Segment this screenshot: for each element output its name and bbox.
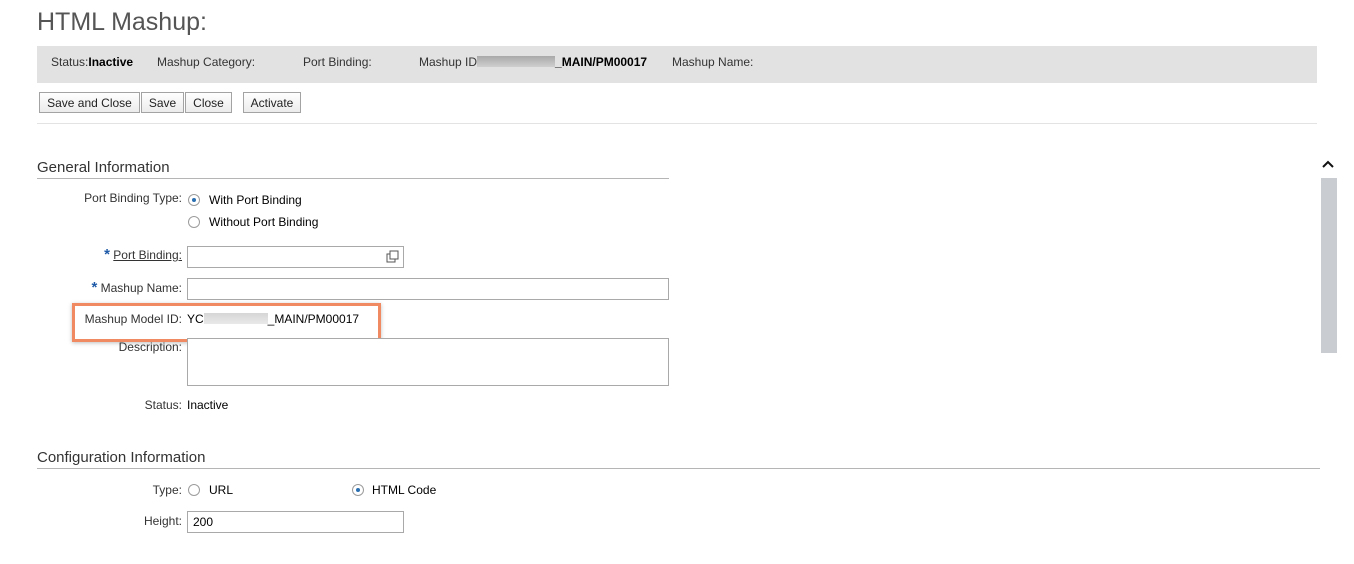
mashup-name-info: Mashup Name: (672, 55, 754, 69)
mashup-name-label: * Mashup Name: (91, 279, 182, 296)
with-port-binding-label: With Port Binding (209, 193, 302, 207)
mashup-model-id-label: Mashup Model ID: (84, 312, 182, 326)
status-value: Inactive (88, 55, 134, 69)
port-binding-input[interactable] (187, 246, 404, 268)
save-button[interactable]: Save (141, 92, 184, 113)
status-value-text: Inactive (187, 398, 229, 412)
config-info-title: Configuration Information (37, 449, 206, 466)
url-option-label: URL (209, 483, 234, 497)
close-button[interactable]: Close (185, 92, 232, 113)
mashup-id-value: _MAIN/PM00017 (555, 55, 648, 69)
status-label: Status: (144, 398, 182, 412)
height-label: Height: (143, 514, 182, 528)
status-info: Status:Inactive (51, 55, 134, 69)
description-textarea[interactable] (187, 338, 669, 386)
radio-html-code[interactable] (352, 484, 364, 496)
activate-button[interactable]: Activate (243, 92, 301, 113)
section-divider (37, 468, 1320, 469)
type-label: Type: (152, 483, 182, 497)
without-port-binding-label: Without Port Binding (209, 215, 319, 229)
general-info-title: General Information (37, 159, 170, 176)
save-and-close-button[interactable]: Save and Close (39, 92, 140, 113)
mashup-id-info: Mashup ID _MAIN/PM00017 (419, 55, 648, 69)
port-binding-type-label: Port Binding Type: (84, 191, 182, 205)
section-divider (37, 178, 669, 179)
port-binding-info: Port Binding: (303, 55, 372, 69)
description-label: Description: (118, 340, 182, 354)
radio-with-port-binding[interactable] (188, 194, 200, 206)
html-code-option-label: HTML Code (372, 483, 437, 497)
toolbar-divider (37, 123, 1317, 124)
height-input[interactable] (187, 511, 404, 533)
mashup-name-input[interactable] (187, 278, 669, 300)
redacted-block (477, 56, 556, 67)
mashup-model-id-value: YC _MAIN/PM00017 (187, 312, 360, 326)
status-bar: Status:Inactive Mashup Category: Port Bi… (37, 46, 1317, 83)
redacted-block (203, 313, 268, 324)
port-binding-label: * Port Binding: (104, 246, 182, 263)
page-title: HTML Mashup: (37, 8, 207, 36)
scrollbar-thumb[interactable] (1321, 178, 1337, 353)
required-marker: * (91, 279, 98, 296)
value-help-icon[interactable] (386, 250, 400, 267)
required-marker: * (104, 246, 110, 263)
chevron-up-icon[interactable] (1321, 158, 1335, 173)
radio-url[interactable] (188, 484, 200, 496)
radio-without-port-binding[interactable] (188, 216, 200, 228)
mashup-category-info: Mashup Category: (157, 55, 256, 69)
